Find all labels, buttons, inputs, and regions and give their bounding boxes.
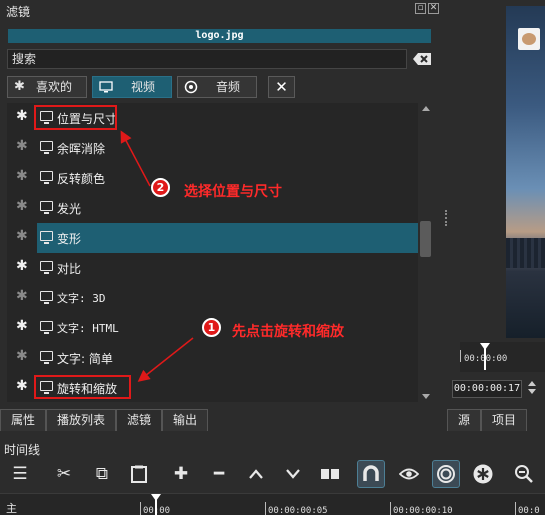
- playhead-line: [484, 348, 486, 370]
- city-skyline: [506, 238, 545, 268]
- timeline-toolbar: ☰ ✂ ⧉ ✚ ━: [0, 457, 545, 491]
- timeline-track-area: 主 00:00 00:00:00:05 00:00:00:10 00:0: [0, 493, 545, 515]
- timeline-ruler[interactable]: 00:00 00:00:00:05 00:00:00:10 00:0: [138, 494, 545, 515]
- left-dock-tabs: 属性 播放列表 滤镜 输出: [0, 409, 209, 431]
- filters-panel: 滤镜 ▫ ✕ logo.jpg 搜索 ✱ 喜欢的 视频 音频 ✕ ✱ 位置与尺寸…: [0, 0, 441, 433]
- timeline-title: 时间线: [4, 443, 41, 457]
- ruler-tick: [515, 502, 516, 515]
- tab-project[interactable]: 项目: [481, 409, 528, 431]
- spin-up-icon[interactable]: [528, 381, 536, 386]
- zoom-out-icon[interactable]: [510, 460, 538, 488]
- step-badge: 2: [151, 178, 170, 197]
- player-ruler[interactable]: 00:00:00: [460, 342, 545, 372]
- tab-filters[interactable]: 滤镜: [116, 409, 163, 431]
- ruler-label: 00:00:00:05: [268, 506, 328, 515]
- menu-icon[interactable]: ☰: [6, 460, 34, 488]
- timecode-spinner[interactable]: [524, 378, 540, 398]
- add-icon[interactable]: ✚: [167, 460, 195, 488]
- ruler-label: 00:0: [518, 506, 540, 515]
- lift-icon[interactable]: [242, 460, 270, 488]
- video-preview: [506, 6, 545, 338]
- paste-icon[interactable]: [125, 460, 153, 488]
- tab-properties[interactable]: 属性: [0, 409, 47, 431]
- step-badge: 1: [202, 318, 221, 337]
- annotation-arrows: [120, 130, 194, 382]
- timecode-field[interactable]: 00:00:00:17: [452, 380, 522, 398]
- ruler-tick: [460, 350, 461, 362]
- annotation-step2: 选择位置与尺寸: [184, 184, 282, 200]
- split-icon[interactable]: [316, 460, 344, 488]
- tab-source[interactable]: 源: [447, 409, 482, 431]
- splitter-grip-icon: [445, 210, 448, 226]
- tab-export[interactable]: 输出: [162, 409, 209, 431]
- tab-playlist[interactable]: 播放列表: [46, 409, 117, 431]
- logo-overlay: [518, 28, 540, 50]
- remove-icon[interactable]: ━: [205, 460, 233, 488]
- timeline-playhead-line: [155, 499, 157, 515]
- ruler-tick: [265, 502, 266, 515]
- spin-down-icon[interactable]: [528, 389, 536, 394]
- ruler-label: 00:00:00:10: [393, 506, 453, 515]
- right-dock-tabs: 源 项目: [447, 409, 528, 431]
- annotation-step1: 先点击旋转和缩放: [232, 324, 344, 340]
- app-window: 滤镜 ▫ ✕ logo.jpg 搜索 ✱ 喜欢的 视频 音频 ✕ ✱ 位置与尺寸…: [0, 0, 545, 515]
- overwrite-icon[interactable]: [279, 460, 307, 488]
- ruler-tick: [390, 502, 391, 515]
- copy-icon[interactable]: ⧉: [88, 460, 116, 488]
- ripple-all-icon[interactable]: [469, 460, 497, 488]
- ruler-tick: [140, 502, 141, 515]
- ripple-icon[interactable]: [432, 460, 460, 488]
- track-name: 主: [6, 502, 17, 515]
- snap-icon[interactable]: [357, 460, 385, 488]
- panel-splitter[interactable]: [441, 0, 453, 433]
- scrub-icon[interactable]: [395, 460, 423, 488]
- cut-icon[interactable]: ✂: [50, 460, 78, 488]
